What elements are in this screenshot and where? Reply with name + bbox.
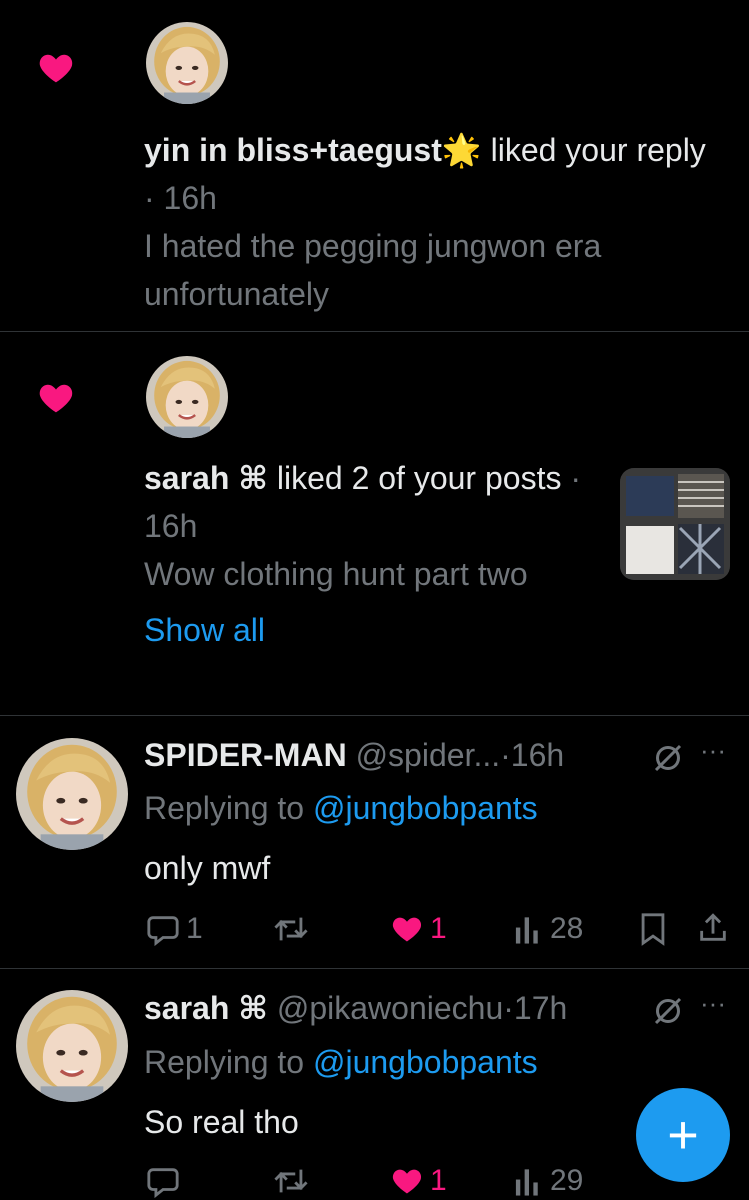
replying-to: Replying to @jungbobpants xyxy=(144,786,538,830)
like-button[interactable]: 1 xyxy=(390,912,447,946)
more-options-icon[interactable]: ··· xyxy=(700,735,726,766)
replying-prefix: Replying to xyxy=(144,1044,313,1080)
like-count: 1 xyxy=(430,1164,447,1197)
notification-time: · 16h xyxy=(144,180,217,216)
divider xyxy=(0,715,749,716)
tweet-header: sarah ⌘ @pikawoniechu·17h xyxy=(144,986,567,1030)
tweet-author-name[interactable]: SPIDER-MAN xyxy=(144,737,347,773)
views-icon xyxy=(515,917,538,944)
tweet-time: ·17h xyxy=(503,990,568,1026)
more-options-icon[interactable]: ··· xyxy=(700,988,726,1019)
tweet-time: ·16h xyxy=(500,737,565,773)
reply-count: 1 xyxy=(186,912,203,945)
divider xyxy=(0,331,749,332)
avatar[interactable] xyxy=(146,356,228,438)
share-button[interactable] xyxy=(696,910,736,946)
like-heart-icon xyxy=(390,913,424,945)
reply-button[interactable] xyxy=(146,1164,186,1198)
reply-button[interactable]: 1 xyxy=(146,912,203,946)
like-notification-heart-icon xyxy=(36,380,76,416)
post-thumbnail[interactable] xyxy=(620,468,730,580)
show-all-link[interactable]: Show all xyxy=(144,606,584,654)
tweet-header: SPIDER-MAN @spider...·16h xyxy=(144,733,564,777)
views-count: 29 xyxy=(550,1164,584,1197)
tweet-text[interactable]: So real tho xyxy=(144,1100,299,1144)
retweet-button[interactable] xyxy=(272,1164,316,1198)
plus-icon: + xyxy=(667,1105,699,1165)
notification-text: sarah ⌘ liked 2 of your posts · 16h Wow … xyxy=(144,454,584,654)
notification-user-name[interactable]: yin in bliss+taegust xyxy=(144,132,442,168)
divider xyxy=(0,968,749,969)
replying-to-handle[interactable]: @jungbobpants xyxy=(313,790,538,826)
notification-action: liked 2 of your posts xyxy=(267,460,562,496)
tweet-author-handle[interactable]: @pikawoniechu xyxy=(277,990,503,1026)
like-button[interactable]: 1 xyxy=(390,1164,447,1198)
compose-button[interactable]: + xyxy=(636,1088,730,1182)
tweet-author-handle[interactable]: @spider... xyxy=(356,737,501,773)
star-emoji-icon: 🌟 xyxy=(441,132,482,168)
like-notification-heart-icon xyxy=(36,50,76,86)
tweet-author-name[interactable]: sarah ⌘ xyxy=(144,990,268,1026)
share-icon xyxy=(700,913,726,941)
replying-to-handle[interactable]: @jungbobpants xyxy=(313,1044,538,1080)
notification-snippet[interactable]: I hated the pegging jungwon era unfortun… xyxy=(144,222,714,318)
notification-user-name[interactable]: sarah ⌘ xyxy=(144,460,268,496)
reply-icon xyxy=(147,916,179,946)
notification-text: yin in bliss+taegust🌟 liked your reply ·… xyxy=(144,126,714,318)
views-count: 28 xyxy=(550,912,584,945)
replying-to: Replying to @jungbobpants xyxy=(144,1040,538,1084)
tweet-text[interactable]: only mwf xyxy=(144,846,270,890)
notification-action: liked your reply xyxy=(481,132,706,168)
avatar[interactable] xyxy=(16,990,128,1102)
bookmark-icon xyxy=(641,913,665,946)
reply-icon xyxy=(147,1168,179,1198)
bookmark-button[interactable] xyxy=(638,912,674,946)
views-button[interactable]: 29 xyxy=(514,1164,583,1198)
muted-conversation-icon xyxy=(650,740,686,781)
notification-snippet[interactable]: Wow clothing hunt part two xyxy=(144,550,584,598)
retweet-icon xyxy=(274,917,308,941)
muted-conversation-icon xyxy=(650,993,686,1034)
retweet-icon xyxy=(274,1169,308,1193)
avatar[interactable] xyxy=(146,22,228,104)
avatar[interactable] xyxy=(16,738,128,850)
views-button[interactable]: 28 xyxy=(514,912,583,946)
like-count: 1 xyxy=(430,912,447,945)
views-icon xyxy=(515,1169,538,1196)
replying-prefix: Replying to xyxy=(144,790,313,826)
like-heart-icon xyxy=(390,1165,424,1197)
retweet-button[interactable] xyxy=(272,912,316,946)
